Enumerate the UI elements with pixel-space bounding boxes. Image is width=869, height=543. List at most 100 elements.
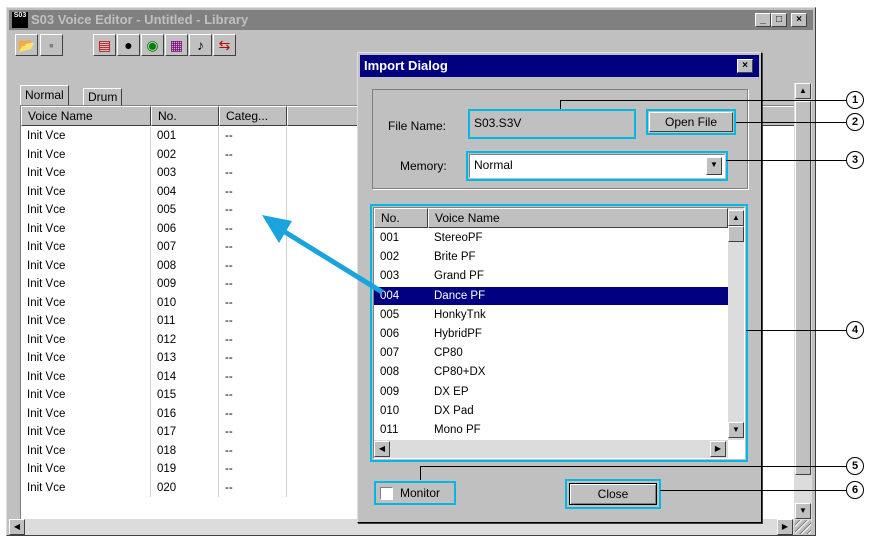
voice-list-vertical-scrollbar[interactable]: ▲ ▼ [728, 208, 744, 440]
cell-category: -- [219, 127, 287, 146]
tab-drum-label: Drum [88, 90, 118, 104]
dialog-title-bar[interactable]: Import Dialog × [360, 55, 759, 77]
cell-voice-name: Init Vce [21, 164, 151, 183]
maximize-button[interactable]: □ [771, 13, 787, 27]
dialog-close-button[interactable]: × [737, 59, 753, 73]
globe-icon[interactable]: ◉ [141, 34, 164, 56]
memory-dropdown-button[interactable]: ▼ [706, 157, 722, 175]
voice-column-header-no[interactable]: No. [374, 208, 428, 228]
open-file-button[interactable]: Open File [649, 112, 733, 132]
column-voice-name-label: Voice Name [28, 109, 93, 123]
scroll-down-button[interactable]: ▼ [795, 503, 811, 519]
play-icon[interactable]: ● [117, 34, 140, 56]
column-header-category[interactable]: Categ... [219, 106, 287, 126]
monitor-label: Monitor [400, 486, 441, 500]
library-vertical-scrollbar[interactable]: ▲ ▼ [794, 83, 812, 522]
column-header-no[interactable]: No. [151, 106, 219, 126]
size-grip[interactable] [795, 520, 811, 534]
monitor-checkbox[interactable] [380, 487, 393, 500]
voice-scroll-up-button[interactable]: ▲ [728, 210, 744, 226]
cell-category: -- [219, 275, 287, 294]
voice-scroll-down-button[interactable]: ▼ [728, 422, 744, 438]
open-folder-icon[interactable]: 📂 [15, 34, 38, 56]
voice-column-header-name[interactable]: Voice Name [428, 208, 728, 228]
voice-list-horizontal-scrollbar[interactable]: ◀ ▶ [374, 440, 728, 458]
cell-no: 015 [151, 386, 219, 405]
cell-category: -- [219, 367, 287, 386]
voice-cell-no: 001 [380, 232, 400, 244]
callout-3-number: 3 [851, 154, 859, 166]
voice-row[interactable]: 006 HybridPF [374, 325, 728, 344]
tab-drum[interactable]: Drum [83, 88, 123, 105]
cell-category: -- [219, 349, 287, 368]
voice-scroll-thumb[interactable] [728, 226, 744, 242]
tab-normal[interactable]: Normal [20, 85, 69, 105]
cell-no: 019 [151, 460, 219, 479]
voice-row[interactable]: 002 Brite PF [374, 248, 728, 267]
main-title-bar[interactable]: S03 S03 Voice Editor - Untitled - Librar… [9, 10, 813, 30]
voice-cell-no: 010 [380, 404, 400, 417]
voice-row[interactable]: 001 StereoPF [374, 229, 728, 248]
close-button[interactable]: Close [569, 483, 657, 505]
voice-row[interactable]: 010 DX Pad [374, 402, 728, 421]
voice-cell-name: CP80 [434, 347, 463, 360]
memory-select[interactable]: Normal ▼ [469, 154, 725, 178]
voice-scroll-left-button[interactable]: ◀ [374, 441, 390, 457]
app-icon[interactable]: S03 [12, 12, 28, 28]
cell-no: 011 [151, 312, 219, 331]
edit-voice-icon[interactable]: ▤ [93, 34, 116, 56]
voice-column-no-label: No. [381, 211, 400, 225]
voice-list[interactable]: No. Voice Name 001 StereoPF 002 Brite PF 003… [373, 207, 745, 459]
scroll-right-button[interactable]: ▶ [777, 519, 793, 535]
open-file-button-label: Open File [664, 115, 718, 129]
scroll-left-button[interactable]: ◀ [9, 519, 25, 535]
callout-6-leader [660, 490, 846, 491]
voice-row[interactable]: 007 CP80 [374, 344, 728, 363]
voice-row[interactable]: 008 CP80+DX [374, 363, 728, 382]
cell-voice-name: Init Vce [21, 312, 151, 331]
close-window-button[interactable]: × [791, 13, 807, 27]
voice-row[interactable]: 003 Grand PF [374, 267, 728, 286]
voice-row-selected[interactable]: 004 Dance PF [374, 286, 728, 306]
column-header-voice-name[interactable]: Voice Name [21, 106, 151, 126]
callout-4: 4 [846, 321, 864, 339]
voice-row[interactable]: 009 DX EP [374, 383, 728, 402]
scroll-up-button[interactable]: ▲ [795, 83, 811, 99]
keyboard-icon[interactable]: ▦ [165, 34, 188, 56]
voice-scroll-right-button[interactable]: ▶ [710, 441, 726, 457]
cell-no: 012 [151, 330, 219, 349]
cell-no: 001 [151, 127, 219, 146]
cell-no: 007 [151, 238, 219, 257]
voice-cell-no: 005 [380, 308, 400, 321]
minimize-button[interactable]: _ [755, 13, 771, 27]
cell-voice-name: Init Vce [21, 478, 151, 497]
cell-no: 008 [151, 256, 219, 275]
cell-voice-name: Init Vce [21, 182, 151, 201]
callout-5-leader [420, 466, 846, 467]
save-disk-icon[interactable]: ▪ [40, 34, 63, 56]
callout-6: 6 [846, 481, 864, 499]
voice-row[interactable]: 005 HonkyTnk [374, 306, 728, 325]
cell-voice-name: Init Vce [21, 219, 151, 238]
cell-no: 005 [151, 201, 219, 220]
cell-no: 017 [151, 423, 219, 442]
transfer-icon[interactable]: ⇆ [213, 34, 236, 56]
cell-no: 016 [151, 404, 219, 423]
open-file-button-frame: Open File [646, 109, 736, 135]
voice-row[interactable]: 011 Mono PF [374, 421, 728, 440]
cell-category: -- [219, 145, 287, 164]
callout-1-number: 1 [851, 94, 859, 106]
callout-1-leader [560, 100, 846, 101]
cell-voice-name: Init Vce [21, 293, 151, 312]
cell-category: -- [219, 330, 287, 349]
cell-category: -- [219, 219, 287, 238]
cell-voice-name: Init Vce [21, 330, 151, 349]
cell-voice-name: Init Vce [21, 423, 151, 442]
voice-cell-no: 004 [380, 289, 400, 302]
scroll-thumb[interactable] [795, 101, 811, 475]
cell-voice-name: Init Vce [21, 404, 151, 423]
main-window-title: S03 Voice Editor - Untitled - Library [31, 12, 249, 27]
cell-category: -- [219, 404, 287, 423]
midi-icon[interactable]: ♪ [189, 34, 212, 56]
cell-voice-name: Init Vce [21, 386, 151, 405]
